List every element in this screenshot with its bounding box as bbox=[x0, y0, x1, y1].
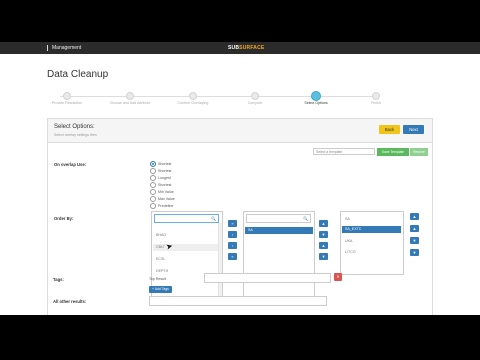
order-up-button[interactable]: ▲ bbox=[410, 225, 419, 232]
radio-option[interactable]: Shortest bbox=[150, 161, 172, 168]
logo-text-main: SUB bbox=[228, 45, 240, 51]
radio-circle bbox=[150, 175, 156, 182]
step-dot bbox=[126, 92, 134, 100]
radio-label: Min Value bbox=[158, 190, 174, 194]
step-dot bbox=[251, 92, 259, 100]
step-dot bbox=[372, 92, 380, 100]
app-logo[interactable]: SUBSURFACE bbox=[228, 44, 264, 52]
radio-option[interactable]: Shortest bbox=[150, 168, 172, 175]
radio-option[interactable]: Predefine bbox=[150, 203, 174, 210]
move-top-button[interactable]: ▲ bbox=[319, 220, 328, 227]
wizard-step-3[interactable]: Confirm Overlaying bbox=[178, 92, 208, 105]
step-label: Compute bbox=[247, 101, 263, 105]
restore-button[interactable]: Restore bbox=[410, 147, 428, 156]
tag-input[interactable] bbox=[204, 273, 331, 283]
list-item[interactable]: SA bbox=[245, 227, 313, 234]
wizard-step-1[interactable]: Provide Resolution bbox=[52, 92, 82, 105]
radio-label: Max Value bbox=[158, 197, 175, 201]
radio-circle bbox=[150, 168, 156, 175]
radio-circle bbox=[150, 196, 156, 203]
list-item[interactable]: ECSL bbox=[153, 256, 218, 263]
move-all-left-button[interactable]: « bbox=[228, 253, 237, 260]
logo-text-accent: SURFACE bbox=[239, 45, 265, 51]
move-all-right-button[interactable]: » bbox=[228, 220, 237, 227]
radio-option[interactable]: Max Value bbox=[150, 196, 175, 203]
radio-circle bbox=[150, 182, 156, 189]
wizard-progress-line bbox=[60, 96, 375, 97]
radio-option[interactable]: Shortest bbox=[150, 182, 172, 189]
move-right-button[interactable]: › bbox=[228, 231, 237, 238]
selected-search-input[interactable]: 🔍 bbox=[246, 214, 311, 223]
back-button[interactable]: Back bbox=[379, 125, 400, 134]
step-label: Finish bbox=[371, 101, 381, 105]
navbar-divider bbox=[47, 45, 48, 51]
radio-label: Longest bbox=[158, 176, 171, 180]
radio-circle bbox=[150, 203, 156, 210]
order-top-button[interactable]: ▲ bbox=[410, 213, 419, 220]
template-select[interactable]: Select a template bbox=[313, 148, 375, 155]
list-item[interactable]: LITCO bbox=[342, 249, 401, 256]
step-label: Confirm Overlaying bbox=[177, 101, 209, 105]
top-navbar: Management SUBSURFACE bbox=[0, 42, 480, 54]
options-panel: Select Options: Select overlay settings … bbox=[47, 118, 433, 315]
radio-option[interactable]: Longest bbox=[150, 175, 171, 182]
list-scrollbar[interactable] bbox=[218, 223, 222, 296]
main-page: Data Cleanup Provide Resolution Choose a… bbox=[0, 54, 480, 315]
order-by-label: Order By: bbox=[54, 216, 74, 221]
move-down-button[interactable]: ▼ bbox=[319, 231, 328, 238]
list-item[interactable]: BHAO bbox=[153, 232, 218, 239]
radio-label: Shortest bbox=[158, 169, 172, 173]
panel-subheading: Select overlay settings then bbox=[54, 133, 97, 137]
available-search-input[interactable]: 🔍 bbox=[154, 214, 219, 223]
search-icon: 🔍 bbox=[303, 216, 308, 221]
order-bottom-button[interactable]: ▼ bbox=[410, 249, 419, 256]
delete-tag-button[interactable]: ✕ bbox=[334, 273, 342, 281]
list-item[interactable]: UKA bbox=[342, 238, 401, 245]
other-results-label: All other results: bbox=[53, 299, 87, 304]
move-up-button[interactable]: ▲ bbox=[319, 242, 328, 249]
order-fields-list[interactable]: SA SA_EXTC UKA LITCO bbox=[340, 211, 404, 275]
radio-label: Shortest bbox=[158, 162, 172, 166]
radio-option[interactable]: Min Value bbox=[150, 189, 174, 196]
overlap-label: On overlap Use: bbox=[54, 162, 87, 167]
move-left-button[interactable]: ‹ bbox=[228, 242, 237, 249]
other-results-input[interactable] bbox=[149, 296, 327, 306]
step-label: Provide Resolution bbox=[51, 101, 83, 105]
radio-circle bbox=[150, 189, 156, 196]
page-title: Data Cleanup bbox=[47, 69, 109, 80]
list-item[interactable]: SA_EXTC bbox=[342, 226, 401, 233]
tags-label: Tags: bbox=[53, 277, 64, 282]
wizard-step-2[interactable]: Choose and Add Attribute bbox=[110, 92, 150, 105]
add-tags-button[interactable]: + Add Tags bbox=[149, 286, 172, 293]
save-template-button[interactable]: Save Template bbox=[377, 147, 409, 156]
move-bottom-button[interactable]: ▼ bbox=[319, 253, 328, 260]
radio-label: Predefine bbox=[158, 204, 174, 208]
next-button[interactable]: Next bbox=[403, 125, 424, 134]
step-dot bbox=[189, 92, 197, 100]
available-fields-list[interactable]: 🔍 BHAO CBLT ECSL DEPTH bbox=[151, 211, 223, 298]
wizard-step-6[interactable]: Finish bbox=[371, 92, 381, 105]
tag-value: Top Result bbox=[149, 277, 166, 281]
wizard-step-5[interactable]: Select Options bbox=[304, 91, 328, 105]
nav-section-management[interactable]: Management bbox=[52, 44, 81, 52]
radio-circle bbox=[150, 161, 156, 168]
radio-label: Shortest bbox=[158, 183, 172, 187]
step-dot bbox=[63, 92, 71, 100]
list-item[interactable]: CBLT bbox=[153, 244, 218, 251]
panel-header: Select Options: Select overlay settings … bbox=[48, 119, 432, 143]
panel-heading: Select Options: bbox=[54, 124, 95, 130]
list-item[interactable]: SA bbox=[342, 216, 401, 223]
search-icon: 🔍 bbox=[211, 216, 216, 221]
order-down-button[interactable]: ▼ bbox=[410, 237, 419, 244]
selected-fields-list[interactable]: 🔍 SA bbox=[243, 211, 315, 298]
step-label: Choose and Add Attribute bbox=[109, 101, 151, 105]
wizard-step-4[interactable]: Compute bbox=[248, 92, 262, 105]
step-label: Select Options bbox=[304, 101, 328, 105]
step-dot bbox=[311, 91, 321, 101]
